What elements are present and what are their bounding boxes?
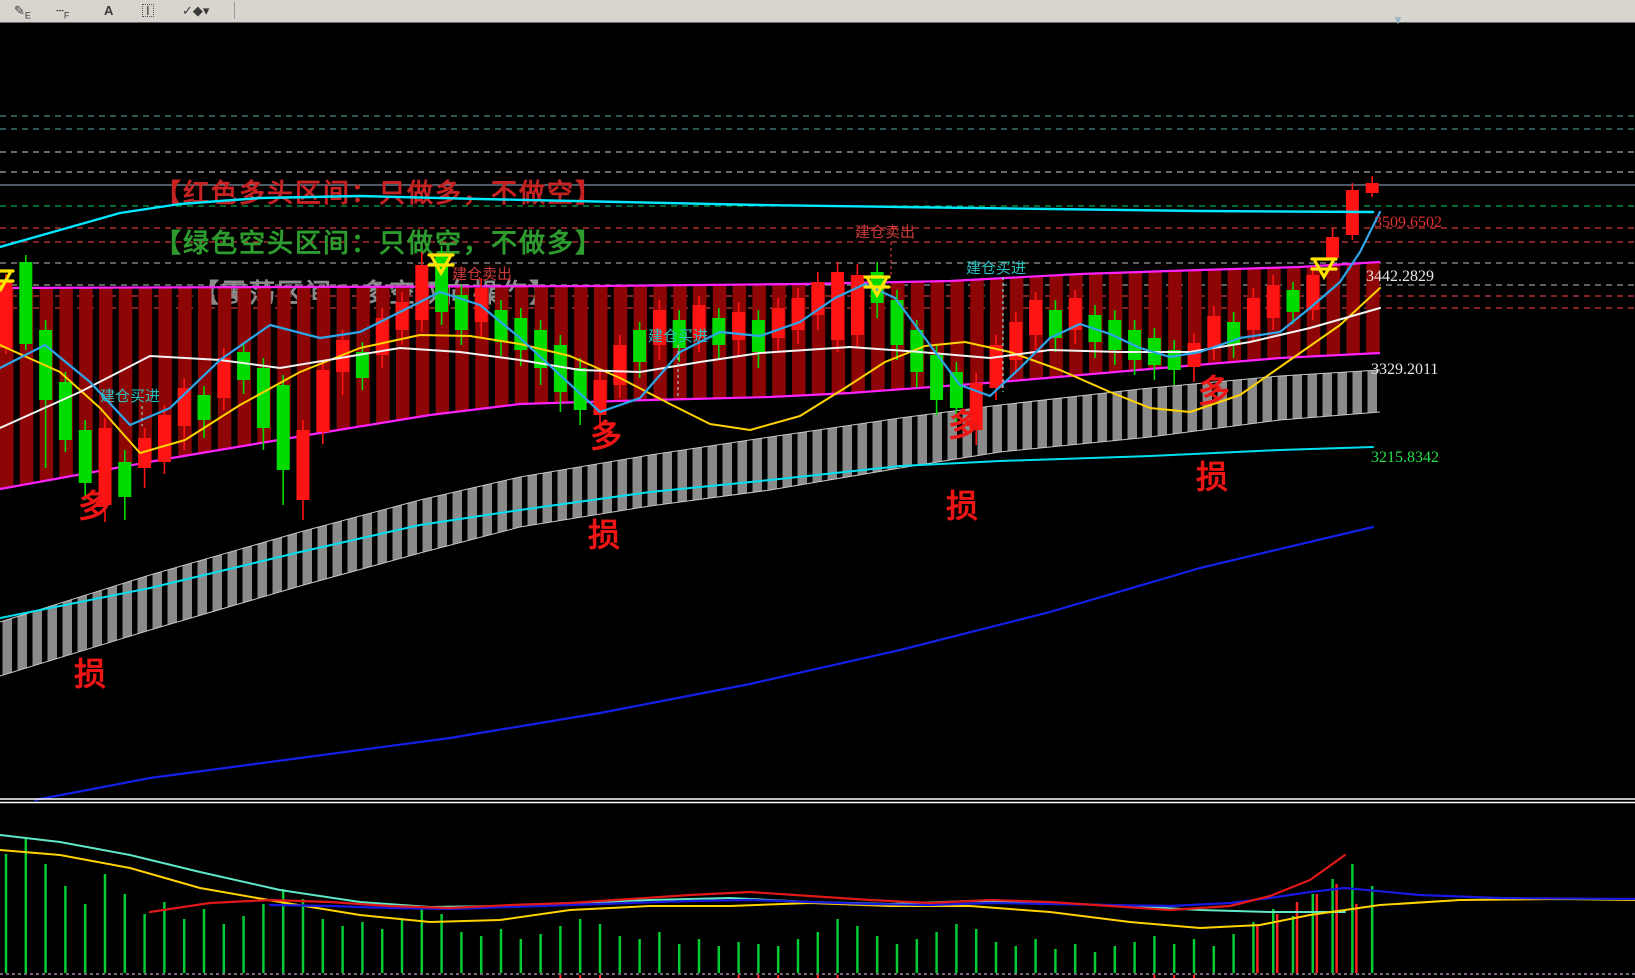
candle-body xyxy=(277,385,290,470)
candle-body xyxy=(257,368,270,428)
text-tool[interactable]: A xyxy=(104,1,113,20)
sell-signal-label: 建仓卖出 xyxy=(855,224,915,241)
collapse-chevron-icon[interactable]: ▼ xyxy=(1392,13,1404,27)
macd-aqua-line xyxy=(0,835,1345,912)
candle-body xyxy=(217,358,230,398)
candle-body xyxy=(930,355,943,400)
candle-body xyxy=(990,345,1003,388)
candle-body xyxy=(19,262,32,344)
drawing-toolbar: ✎E ┄F A I ✓◆▾ xyxy=(0,0,1635,23)
candle-body xyxy=(59,382,72,440)
candle-body xyxy=(831,272,844,340)
trading-terminal: ✎E ┄F A I ✓◆▾ ▼ 【红色多头区间：只做多，不做空】【绿色空头区间：… xyxy=(0,0,1635,978)
price-label: 3442.2829 xyxy=(1366,268,1434,285)
pencil-icon: ✎ xyxy=(14,3,25,18)
candle-body xyxy=(1366,183,1379,193)
price-label: 3329.2011 xyxy=(1371,361,1438,378)
candle-body xyxy=(1267,285,1280,318)
candle-body xyxy=(950,372,963,408)
candle-body xyxy=(633,330,646,362)
bear-zone-note: 【绿色空头区间：只做空，不做多】 xyxy=(155,228,603,258)
candle-body xyxy=(1188,343,1201,367)
price-label: 3509.6502 xyxy=(1374,214,1442,231)
stop-marker: 损 xyxy=(1196,459,1228,495)
candle-body xyxy=(772,308,785,338)
macd-red-line xyxy=(150,855,1345,912)
candle-body xyxy=(297,430,310,500)
draw-line-tool[interactable]: ✎E xyxy=(14,1,31,20)
stop-marker: 损 xyxy=(946,488,978,524)
long-marker: 多 xyxy=(1198,373,1230,409)
candle-body xyxy=(732,312,745,340)
candle-body xyxy=(0,282,13,348)
tool-key-label: E xyxy=(25,11,31,21)
candle-body xyxy=(851,275,864,335)
pointer-tool[interactable]: ✓◆▾ xyxy=(182,1,209,20)
candle-body xyxy=(415,265,428,320)
stop-marker: 损 xyxy=(74,656,106,692)
toolbar-separator xyxy=(234,2,235,19)
kline-chart-canvas[interactable]: 【红色多头区间：只做多，不做空】【绿色空头区间：只做空，不做多】【震荡区间：多空… xyxy=(0,0,1635,978)
candle-body xyxy=(198,395,211,420)
long-marker: 多 xyxy=(948,407,980,443)
candle-body xyxy=(118,462,131,497)
letter-a-icon: A xyxy=(104,3,113,18)
long-marker: 多 xyxy=(78,488,110,524)
stop-marker: 损 xyxy=(588,517,620,553)
buy-signal-label: 建仓买进 xyxy=(100,388,160,405)
pointer-diamond-icon: ✓◆▾ xyxy=(182,3,209,18)
candle-body xyxy=(396,302,409,330)
candle-body xyxy=(1247,298,1260,330)
macd-yellow-line xyxy=(0,850,1635,928)
buy-signal-label: 建仓买进 xyxy=(966,260,1026,277)
long-marker: 多 xyxy=(590,418,622,454)
candle-body xyxy=(158,415,171,462)
candle-body xyxy=(1029,300,1042,335)
bull-zone-note: 【红色多头区间：只做多，不做空】 xyxy=(155,178,603,208)
buy-signal-label: 建仓买进 xyxy=(648,328,708,345)
price-label: 3215.8342 xyxy=(1371,449,1439,466)
dashes-icon: ┄ xyxy=(56,3,64,18)
macd-panel xyxy=(0,835,1635,978)
candle-body xyxy=(79,430,92,483)
region-tool[interactable]: I xyxy=(142,1,154,20)
candle-body xyxy=(1287,290,1300,312)
tool-key-label: F xyxy=(64,11,70,21)
candle-body xyxy=(316,370,329,432)
candle-body xyxy=(237,352,250,380)
candle-body xyxy=(1326,237,1339,258)
dotted-box-icon: I xyxy=(142,4,154,17)
sell-signal-label: 建仓卖出 xyxy=(452,266,512,283)
candle-body xyxy=(1207,316,1220,348)
segment-tool[interactable]: ┄F xyxy=(56,1,69,20)
